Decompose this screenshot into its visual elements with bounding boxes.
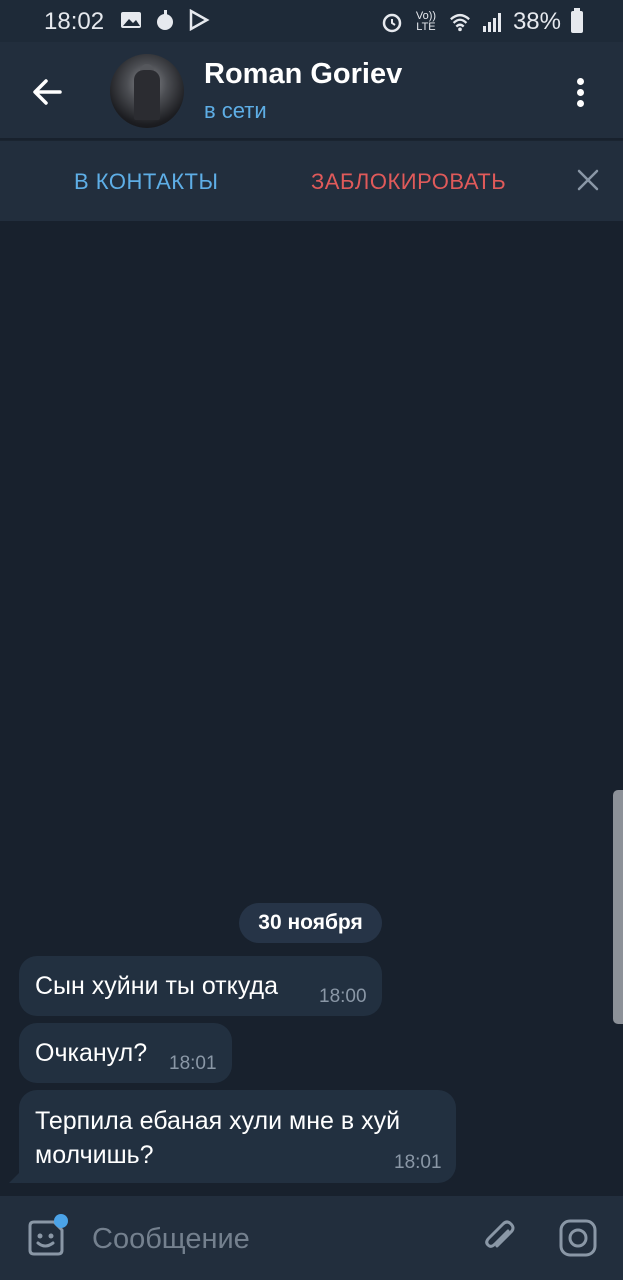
- wifi-icon: [450, 13, 470, 32]
- message-text: Терпила ебаная хули мне в хуй молчишь?: [35, 1107, 401, 1169]
- date-separator: 30 ноября: [239, 903, 382, 943]
- battery-icon: [571, 8, 583, 33]
- status-bar: 18:02 Vo)) LTE 38%: [0, 0, 623, 42]
- contact-name[interactable]: Roman Goriev: [204, 58, 402, 91]
- message-input-bar: [0, 1196, 623, 1280]
- message-time: 18:01: [169, 1053, 217, 1074]
- message-input[interactable]: [90, 1218, 444, 1260]
- signal-icon: [482, 13, 501, 32]
- message-bubble[interactable]: Терпила ебаная хули мне в хуй молчишь? 1…: [19, 1090, 456, 1183]
- avatar[interactable]: [110, 54, 184, 128]
- contact-action-bar: В КОНТАКТЫ ЗАБЛОКИРОВАТЬ: [0, 140, 623, 221]
- notification-dot-icon: [157, 10, 173, 30]
- message-bubble[interactable]: Сын хуйни ты откуда 18:00: [19, 956, 382, 1016]
- contact-status: в сети: [204, 98, 267, 123]
- alarm-icon: [382, 13, 402, 33]
- more-menu-icon[interactable]: [568, 72, 592, 112]
- message-time: 18:01: [394, 1152, 442, 1173]
- status-right-icons: Vo)) LTE 38%: [381, 8, 583, 36]
- sticker-notification-dot: [54, 1214, 68, 1228]
- image-icon: [121, 12, 141, 28]
- attach-icon[interactable]: [478, 1216, 520, 1258]
- message-text: Очканул?: [35, 1039, 148, 1067]
- status-left-icons: [120, 9, 210, 31]
- chat-scrollbar[interactable]: [613, 790, 623, 1024]
- battery-percent: 38%: [512, 8, 561, 35]
- chat-header: Roman Goriev в сети: [0, 42, 623, 138]
- play-store-icon: [189, 9, 210, 31]
- back-arrow-icon[interactable]: [26, 70, 70, 114]
- message-text: Сын хуйни ты откуда: [35, 972, 279, 1000]
- status-time: 18:02: [44, 8, 105, 35]
- block-user-button[interactable]: ЗАБЛОКИРОВАТЬ: [311, 169, 506, 195]
- camera-icon[interactable]: [556, 1216, 600, 1260]
- message-time: 18:00: [319, 986, 367, 1007]
- message-bubble[interactable]: Очканул? 18:01: [19, 1023, 232, 1083]
- close-icon[interactable]: [572, 164, 604, 196]
- volte-icon: Vo)) LTE: [415, 10, 437, 33]
- add-to-contacts-button[interactable]: В КОНТАКТЫ: [74, 169, 218, 195]
